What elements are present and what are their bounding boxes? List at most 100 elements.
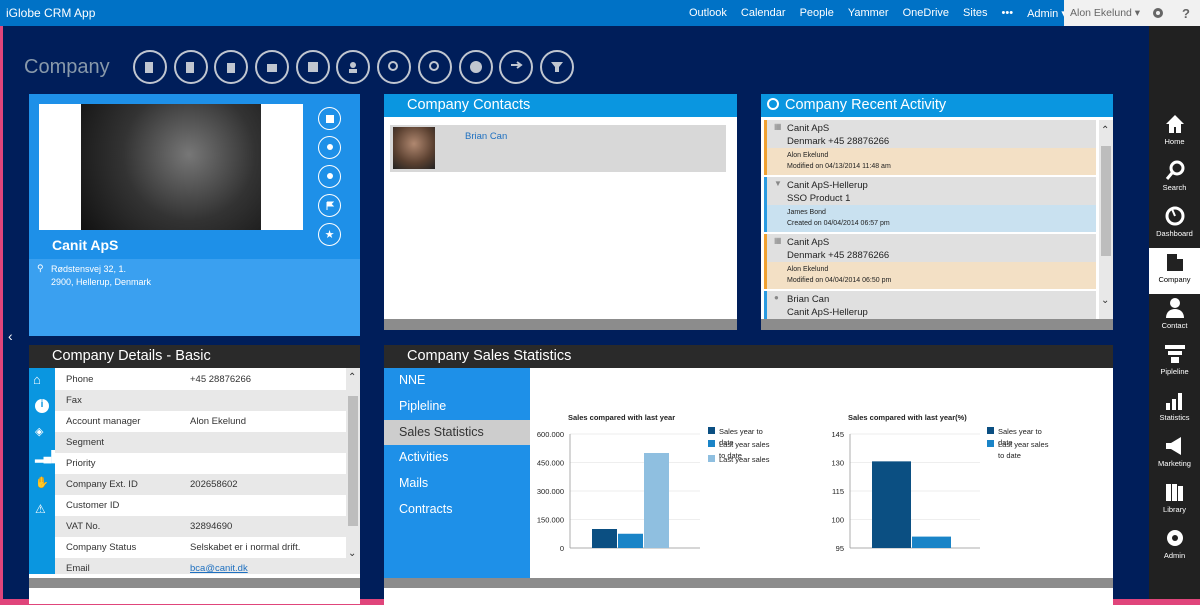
dashboard-icon bbox=[1165, 206, 1184, 226]
chevron-up-icon[interactable]: ⌃ bbox=[1101, 125, 1109, 136]
nav-more[interactable]: ••• bbox=[1002, 7, 1014, 20]
location-pin-icon[interactable] bbox=[318, 165, 341, 188]
company-add-icon[interactable] bbox=[133, 50, 167, 84]
right-sidebar: Home Search Dashboard Company Contact Pi… bbox=[1149, 26, 1200, 599]
activity-item-title: Canit ApS-Hellerup bbox=[787, 180, 868, 191]
contact-avatar bbox=[393, 127, 435, 169]
top-nav: Outlook Calendar People Yammer OneDrive … bbox=[689, 7, 1081, 20]
nav-admin[interactable]: Admin ▾ bbox=[1027, 7, 1067, 20]
contact-name[interactable]: Brian Can bbox=[465, 131, 507, 142]
sidebar-item-marketing[interactable]: Marketing bbox=[1149, 432, 1200, 478]
search-company-icon[interactable] bbox=[417, 50, 452, 84]
legend-swatch bbox=[987, 427, 994, 434]
flag-icon[interactable] bbox=[318, 194, 341, 217]
sidebar-item-home[interactable]: Home bbox=[1149, 110, 1200, 156]
detail-label: Company Ext. ID bbox=[66, 479, 138, 490]
activity-header: Company Recent Activity bbox=[761, 94, 1113, 117]
stats-nav-contracts[interactable]: Contracts bbox=[384, 497, 530, 522]
sidebar-label: Admin bbox=[1163, 551, 1186, 560]
dropbox-icon[interactable]: ◈ bbox=[35, 425, 43, 438]
sidebar-label: Dashboard bbox=[1156, 229, 1193, 238]
user-menu[interactable]: Alon Ekelund ▾ bbox=[1064, 0, 1144, 26]
star-icon[interactable]: ★ bbox=[318, 223, 341, 246]
sidebar-item-contact[interactable]: Contact bbox=[1149, 294, 1200, 340]
chevron-down-icon[interactable]: ⌄ bbox=[1101, 295, 1109, 306]
activity-item-subtitle: Denmark +45 28876266 bbox=[787, 136, 890, 147]
stats-header: Company Sales Statistics bbox=[384, 345, 1113, 368]
nav-outlook[interactable]: Outlook bbox=[689, 7, 727, 20]
scroll-thumb[interactable] bbox=[348, 396, 358, 526]
nav-onedrive[interactable]: OneDrive bbox=[903, 7, 949, 20]
contacts-group-icon[interactable] bbox=[318, 136, 341, 159]
company-move-icon[interactable] bbox=[255, 50, 290, 84]
chart-bar bbox=[644, 453, 669, 548]
stats-nav-pipeline[interactable]: Pipleline bbox=[384, 394, 530, 419]
chevron-up-icon[interactable]: ⌃ bbox=[348, 372, 356, 383]
stats-nav-activities[interactable]: Activities bbox=[384, 445, 530, 470]
help-icon[interactable]: ? bbox=[1172, 0, 1200, 26]
detail-row: VAT No. 32894690 bbox=[55, 516, 346, 537]
detail-email-link[interactable]: bca@canit.dk bbox=[190, 563, 248, 574]
legend-label: to date bbox=[998, 451, 1021, 460]
sidebar-item-admin[interactable]: Admin bbox=[1149, 524, 1200, 570]
company-icon: ▦ bbox=[774, 236, 782, 245]
pipeline-add-icon[interactable] bbox=[539, 50, 574, 84]
stats-panel: Company Sales Statistics NNE Pipleline S… bbox=[384, 345, 1113, 605]
warning-icon[interactable]: ⚠ bbox=[35, 502, 46, 516]
detail-label: Phone bbox=[66, 374, 94, 385]
activity-item-date: Modified on 04/04/2014 06:50 pm bbox=[787, 277, 892, 284]
details-header: Company Details - Basic bbox=[29, 345, 360, 368]
details-scrollbar[interactable]: ⌃ ⌄ bbox=[346, 368, 360, 574]
company-edit-icon[interactable] bbox=[173, 50, 208, 84]
sidebar-item-search[interactable]: Search bbox=[1149, 156, 1200, 202]
scroll-thumb[interactable] bbox=[1101, 146, 1111, 256]
megaphone-icon bbox=[1165, 437, 1181, 455]
top-bar: iGlobe CRM App Outlook Calendar People Y… bbox=[0, 0, 1200, 26]
search-person-icon[interactable] bbox=[377, 50, 412, 84]
company-export-icon[interactable] bbox=[295, 50, 330, 84]
contact-add-icon[interactable] bbox=[336, 50, 371, 84]
stats-nav-mails[interactable]: Mails bbox=[384, 471, 530, 496]
sidebar-item-company[interactable]: Company bbox=[1149, 248, 1200, 294]
activity-item[interactable]: ▦ Canit ApS Denmark +45 28876266 Alon Ekel… bbox=[764, 120, 1096, 175]
stats-footer bbox=[384, 578, 1113, 588]
car-image bbox=[81, 104, 261, 230]
nav-calendar[interactable]: Calendar bbox=[741, 7, 786, 20]
globe-icon[interactable] bbox=[458, 50, 493, 84]
thumbs-icon[interactable]: ✋ bbox=[35, 476, 49, 489]
nav-people[interactable]: People bbox=[800, 7, 834, 20]
detail-label: Customer ID bbox=[66, 500, 120, 511]
chevron-down-icon[interactable]: ⌄ bbox=[348, 548, 356, 559]
y-tick-label: 0 bbox=[560, 544, 564, 553]
app-title[interactable]: iGlobe CRM App bbox=[6, 6, 95, 20]
stats-nav-sales-statistics[interactable]: Sales Statistics bbox=[384, 420, 530, 445]
activity-scrollbar[interactable]: ⌃ ⌄ bbox=[1099, 120, 1113, 319]
sales-charts: Sales compared with last year 600.000 450.… bbox=[537, 413, 1049, 553]
y-tick-label: 145 bbox=[831, 430, 844, 439]
clock-icon bbox=[767, 98, 779, 110]
sidebar-item-pipeline[interactable]: Pipleline bbox=[1149, 340, 1200, 386]
settings-icon[interactable] bbox=[1144, 0, 1172, 26]
delete-icon[interactable] bbox=[214, 50, 249, 84]
detail-row: Fax bbox=[55, 390, 346, 411]
edit-company-icon[interactable] bbox=[318, 107, 341, 130]
contact-row[interactable]: Brian Can bbox=[390, 125, 726, 172]
sidebar-item-statistics[interactable]: Statistics bbox=[1149, 386, 1200, 432]
activity-item[interactable]: ● Brian Can Canit ApS-Hellerup bbox=[764, 291, 1096, 319]
sidebar-item-library[interactable]: Library bbox=[1149, 478, 1200, 524]
activity-footer bbox=[761, 319, 1113, 330]
activity-item[interactable]: ▦ Canit ApS Denmark +45 28876266 Alon Ekel… bbox=[764, 234, 1096, 289]
info-icon[interactable]: i bbox=[35, 399, 49, 413]
nav-yammer[interactable]: Yammer bbox=[848, 7, 889, 20]
collapse-left-icon[interactable]: ‹ bbox=[8, 328, 13, 344]
page-title: Company bbox=[24, 56, 110, 78]
sidebar-item-dashboard[interactable]: Dashboard bbox=[1149, 202, 1200, 248]
nav-sites[interactable]: Sites bbox=[963, 7, 987, 20]
home-icon[interactable]: ⌂ bbox=[33, 372, 41, 387]
transfer-icon[interactable] bbox=[499, 50, 534, 84]
activity-item[interactable]: ▼ Canit ApS-Hellerup SSO Product 1 James B… bbox=[764, 177, 1096, 232]
detail-label: Fax bbox=[66, 395, 82, 406]
y-tick-label: 300.000 bbox=[537, 487, 564, 496]
stats-nav-nne[interactable]: NNE bbox=[384, 368, 530, 393]
activity-title: Company Recent Activity bbox=[785, 97, 947, 113]
